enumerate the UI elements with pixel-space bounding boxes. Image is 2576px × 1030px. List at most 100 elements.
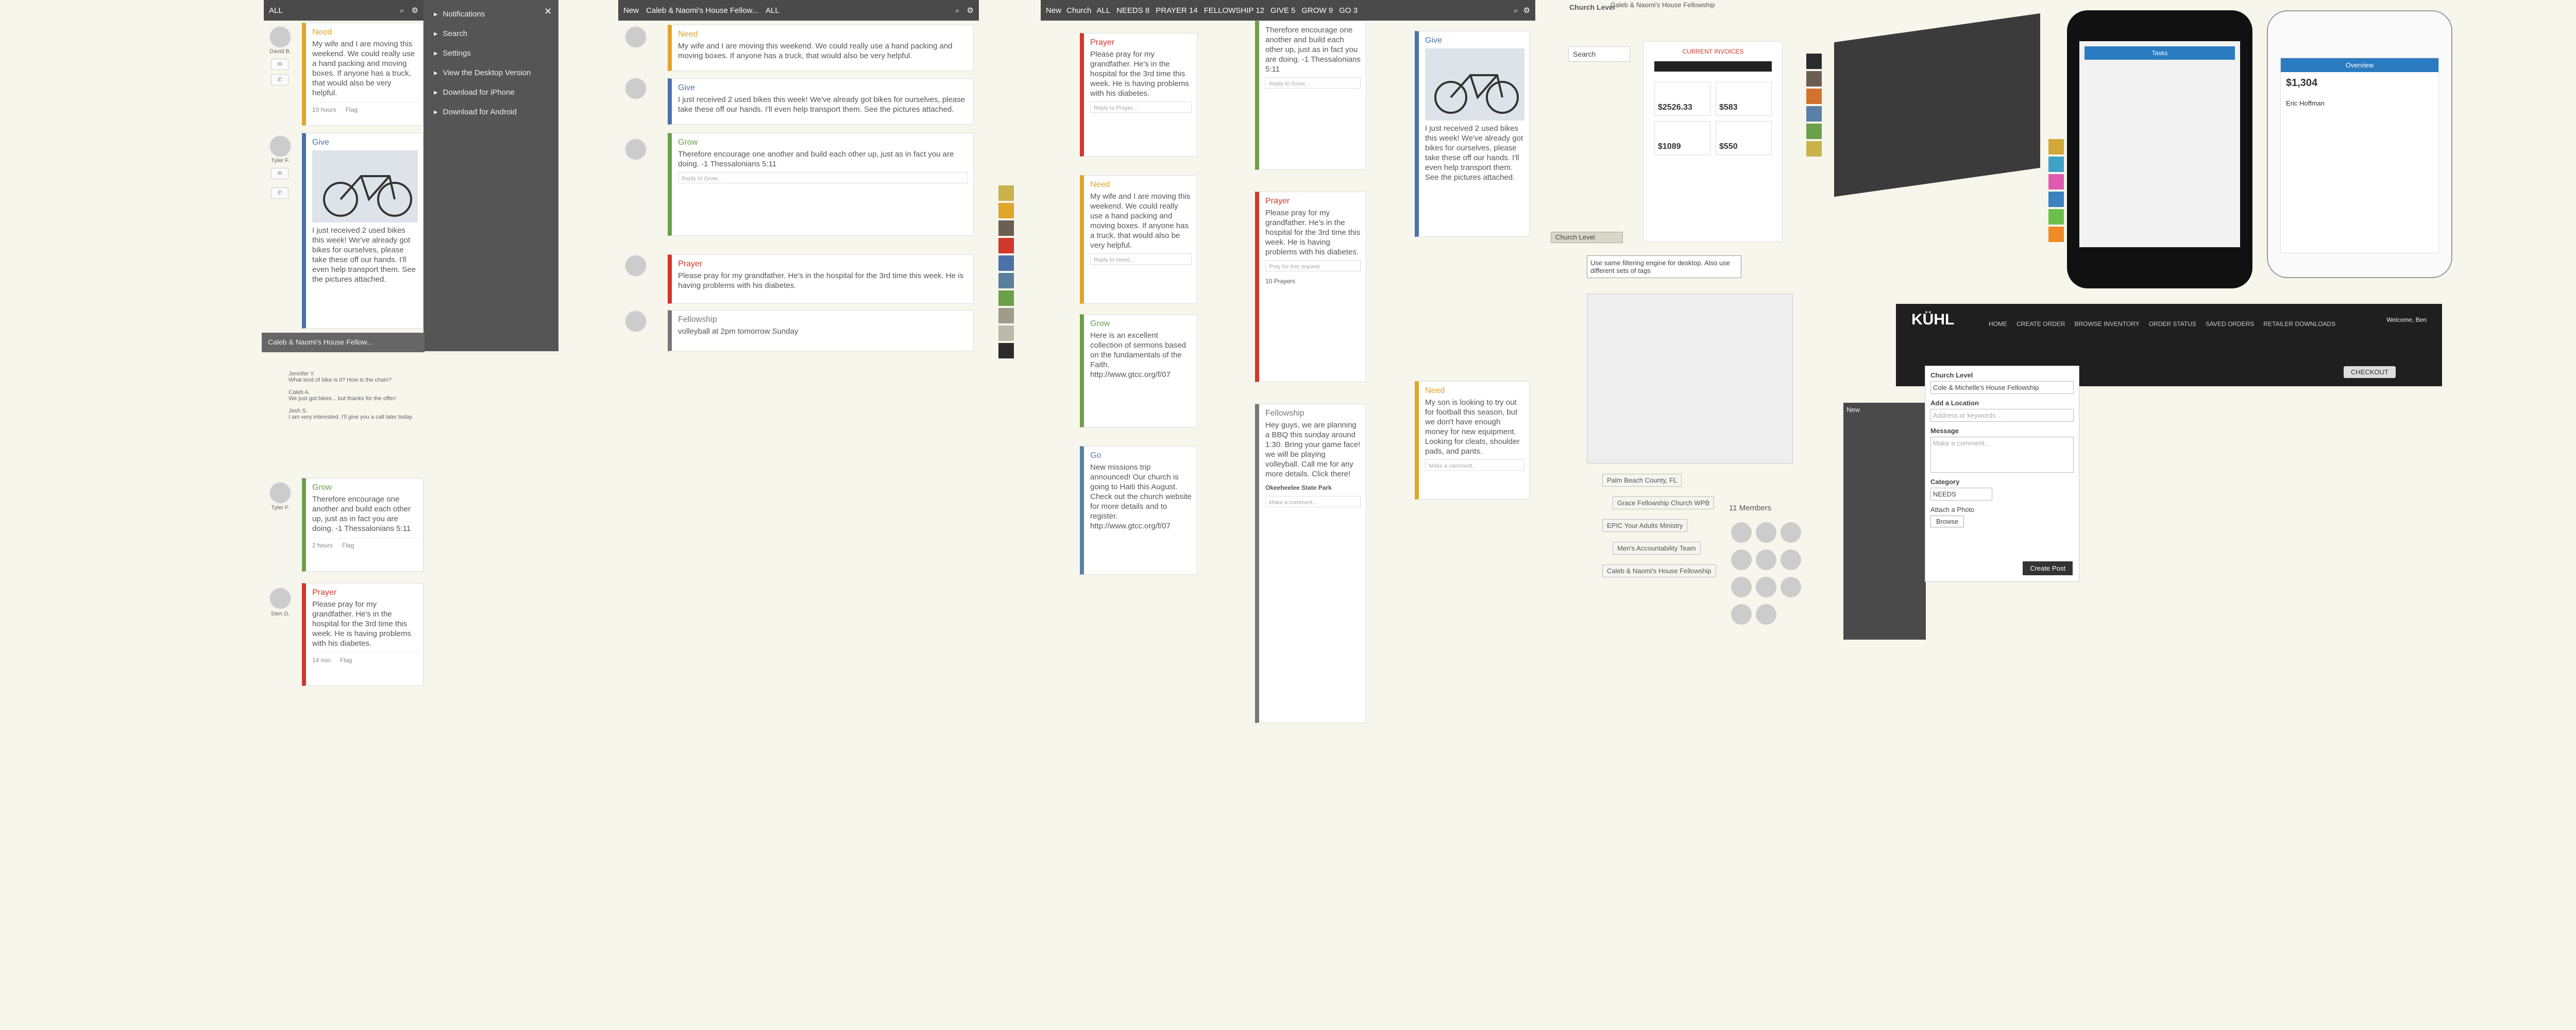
category-select[interactable]: NEEDS [1930, 488, 1992, 501]
group-tag[interactable]: Palm Beach County, FL [1602, 474, 1682, 487]
post-grow[interactable]: Grow Therefore encourage one another and… [668, 133, 974, 236]
gear-icon[interactable]: ⚙ [1523, 6, 1530, 15]
member-avatar[interactable] [1731, 577, 1752, 597]
nav-link[interactable]: RETAILER DOWNLOADS [2263, 320, 2335, 328]
post-title: Prayer [1265, 197, 1290, 205]
flag-link[interactable]: Flag [346, 105, 358, 115]
member-avatar[interactable] [1756, 522, 1776, 543]
category-tab[interactable]: GROW 9 [1301, 6, 1333, 15]
member-avatar[interactable] [1756, 550, 1776, 570]
reply-input[interactable]: Reply to Grow... [1265, 77, 1361, 89]
reply-input[interactable]: Reply to Prayer... [1090, 101, 1192, 113]
menu-item[interactable]: ▸ Notifications [434, 4, 548, 24]
pray-button[interactable]: Pray for this request [1265, 260, 1361, 271]
search-icon[interactable]: ⌕ [1514, 6, 1518, 15]
new-button[interactable]: New [623, 6, 639, 15]
post-grow[interactable]: Grow Therefore encourage one another and… [302, 478, 423, 572]
filter-all[interactable]: ALL [766, 6, 779, 15]
browse-button[interactable]: Browse [1930, 516, 1964, 527]
post-give[interactable]: Give I just received 2 used bikes this w… [302, 133, 423, 329]
member-avatar[interactable] [1731, 550, 1752, 570]
nav-link[interactable]: SAVED ORDERS [2206, 320, 2254, 328]
member-avatar[interactable] [1756, 577, 1776, 597]
top-bar: ALL ⌕ ⚙ [264, 0, 423, 21]
comment-input[interactable]: Make a comment... [1265, 496, 1361, 507]
flag-link[interactable]: Flag [342, 541, 354, 551]
post-prayer[interactable]: Prayer Please pray for my grandfather. H… [668, 254, 974, 304]
member-avatar[interactable] [1781, 522, 1801, 543]
group-tag[interactable]: Grace Fellowship Church WPB [1613, 496, 1715, 509]
reply-input[interactable]: Reply to Need... [1090, 253, 1192, 265]
comment-input[interactable]: Make a comment... [1425, 459, 1524, 471]
post-need[interactable]: Need My son is looking to try out for fo… [1415, 381, 1530, 500]
post-give[interactable]: Give I just received 2 used bikes this w… [668, 78, 974, 125]
bike-photo[interactable] [1425, 48, 1524, 121]
close-icon[interactable]: ✕ [544, 6, 552, 17]
post-prayer[interactable]: Prayer Please pray for my grandfather. H… [302, 583, 423, 686]
group-tag[interactable]: EPIC Your Adults Ministry [1602, 519, 1688, 532]
menu-label: Search [443, 29, 468, 38]
member-grid [1729, 520, 1811, 629]
category-tab[interactable]: GIVE 5 [1270, 6, 1295, 15]
category-tab[interactable]: FELLOWSHIP 12 [1204, 6, 1264, 15]
member-avatar[interactable] [1756, 604, 1776, 625]
message-button[interactable]: ✉ [271, 168, 289, 179]
post-text: My wife and I are moving this weekend. W… [1090, 192, 1191, 250]
reply-input[interactable]: Reply to Grow... [678, 172, 968, 183]
nav-link[interactable]: HOME [1989, 320, 2007, 328]
category-tab[interactable]: NEEDS 8 [1116, 6, 1149, 15]
post-need[interactable]: Need My wife and I are moving this weeke… [1080, 175, 1197, 304]
gear-icon[interactable]: ⚙ [967, 6, 974, 15]
message-button[interactable]: ✉ [271, 59, 289, 70]
nav-link[interactable]: ORDER STATUS [2149, 320, 2196, 328]
new-button[interactable]: New [1046, 6, 1061, 15]
church-selector[interactable]: Church [1066, 6, 1091, 15]
gear-icon[interactable]: ⚙ [412, 6, 418, 15]
church-level-dropdown[interactable]: Church Level [1551, 232, 1623, 243]
post-fellowship[interactable]: Fellowship Hey guys, we are planning a B… [1255, 404, 1366, 723]
group-selector[interactable]: Caleb & Naomi's House Fellow... [646, 6, 758, 15]
nav-link[interactable]: CREATE ORDER [2016, 320, 2065, 328]
nav-link[interactable]: BROWSE INVENTORY [2074, 320, 2139, 328]
post-fellowship[interactable]: Fellowship volleyball at 2pm tomorrow Su… [668, 310, 974, 351]
create-post-button[interactable]: Create Post [2023, 561, 2073, 575]
member-avatar[interactable] [1781, 550, 1801, 570]
category-tab[interactable]: GO 3 [1339, 6, 1358, 15]
call-button[interactable]: ✆ [271, 74, 289, 85]
menu-item[interactable]: ▸ Download for iPhone [434, 82, 548, 102]
category-tab[interactable]: ALL [1096, 6, 1110, 15]
menu-item[interactable]: ▸ View the Desktop Version [434, 63, 548, 82]
bike-photo[interactable] [312, 150, 418, 222]
post-text: I just received 2 used bikes this week! … [678, 95, 965, 114]
group-select[interactable]: Cole & Michelle's House Fellowship [1930, 381, 2074, 394]
category-tab[interactable]: PRAYER 14 [1156, 6, 1197, 15]
message-input[interactable]: Make a comment... [1930, 437, 2074, 473]
post-need[interactable]: Need My wife and I are moving this weeke… [668, 25, 974, 71]
color-swatch [2048, 174, 2064, 190]
location-input[interactable]: Address or keywords... [1930, 409, 2074, 422]
menu-item[interactable]: ▸ Settings [434, 43, 548, 63]
filter-all[interactable]: ALL [269, 6, 283, 15]
post-grow[interactable]: Grow Here is an excellent collection of … [1080, 314, 1197, 427]
member-avatar[interactable] [1731, 604, 1752, 625]
menu-item[interactable]: ▸ Download for Android [434, 102, 548, 122]
post-prayer[interactable]: Prayer Please pray for my grandfather. H… [1080, 33, 1197, 157]
post-prayer[interactable]: Prayer Please pray for my grandfather. H… [1255, 192, 1366, 382]
group-tag[interactable]: Caleb & Naomi's House Fellowship [1602, 564, 1716, 577]
post-grow[interactable]: Therefore encourage one another and buil… [1255, 21, 1366, 170]
checkout-button[interactable]: CHECKOUT [2344, 366, 2396, 378]
member-avatar[interactable] [1731, 522, 1752, 543]
new-button[interactable]: New [1846, 406, 1923, 414]
post-go[interactable]: Go New missions trip announced! Our chur… [1080, 446, 1197, 575]
call-button[interactable]: ✆ [271, 187, 289, 199]
post-give[interactable]: Give I just received 2 used bikes this w… [1415, 31, 1530, 237]
group-selector[interactable]: Caleb & Naomi's House Fellow... [262, 333, 425, 352]
search-icon[interactable]: ⌕ [955, 6, 959, 15]
menu-item[interactable]: ▸ Search [434, 24, 548, 43]
post-need[interactable]: Need My wife and I are moving this weeke… [302, 23, 423, 126]
member-avatar[interactable] [1781, 577, 1801, 597]
search-input[interactable]: Search [1568, 46, 1630, 62]
group-tag[interactable]: Men's Accountability Team [1613, 542, 1701, 555]
flag-link[interactable]: Flag [340, 656, 352, 665]
search-icon[interactable]: ⌕ [400, 6, 404, 15]
